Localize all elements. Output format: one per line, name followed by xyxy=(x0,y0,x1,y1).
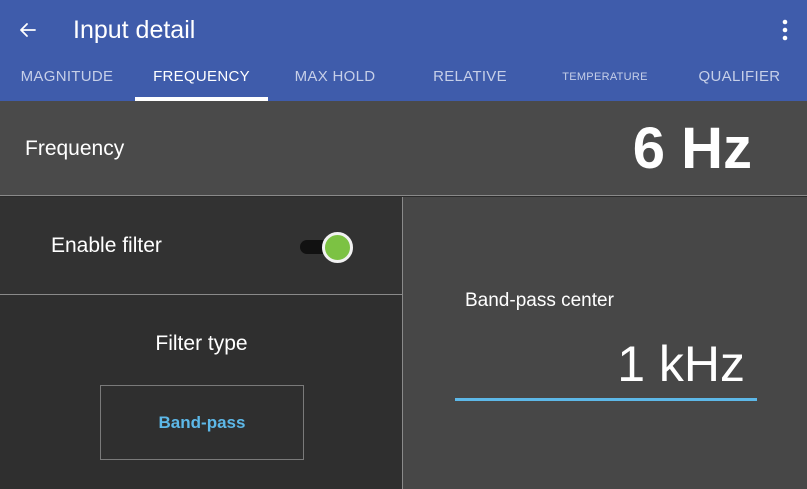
tab-qualifier[interactable]: QUALIFIER xyxy=(672,58,807,98)
band-pass-center-input[interactable]: 1 kHz xyxy=(455,335,757,401)
toggle-thumb xyxy=(322,232,353,263)
enable-filter-row: Enable filter xyxy=(0,197,403,295)
band-pass-center-pane: Band-pass center 1 kHz xyxy=(403,197,807,489)
back-button[interactable] xyxy=(10,12,46,48)
frequency-value: 6 Hz xyxy=(632,116,752,181)
tab-max-hold[interactable]: MAX HOLD xyxy=(270,58,400,98)
frequency-row: Frequency 6 Hz xyxy=(0,101,807,196)
tab-frequency[interactable]: FREQUENCY xyxy=(135,58,268,98)
app-bar: Input detail MAGNITUDE FREQUENCY MAX HOL… xyxy=(0,0,807,101)
filter-type-pane: Filter type Band-pass xyxy=(0,295,403,489)
band-pass-center-value: 1 kHz xyxy=(617,336,745,392)
band-pass-center-label: Band-pass center xyxy=(465,290,614,311)
tab-bar: MAGNITUDE FREQUENCY MAX HOLD RELATIVE TE… xyxy=(0,58,807,101)
filter-type-label: Filter type xyxy=(155,332,248,355)
frequency-label: Frequency xyxy=(25,137,125,160)
filter-type-button[interactable]: Band-pass xyxy=(100,385,304,460)
more-vertical-icon xyxy=(782,19,788,41)
overflow-menu-button[interactable] xyxy=(770,12,800,48)
input-underline xyxy=(455,398,757,401)
tab-relative[interactable]: RELATIVE xyxy=(405,58,535,98)
enable-filter-label: Enable filter xyxy=(51,234,162,257)
arrow-left-icon xyxy=(20,23,36,37)
tab-temperature[interactable]: TEMPERATURE xyxy=(540,58,670,98)
page-title: Input detail xyxy=(73,16,196,44)
tab-magnitude[interactable]: MAGNITUDE xyxy=(4,58,130,98)
app-window: Input detail MAGNITUDE FREQUENCY MAX HOL… xyxy=(0,0,807,489)
enable-filter-toggle[interactable] xyxy=(298,228,358,264)
